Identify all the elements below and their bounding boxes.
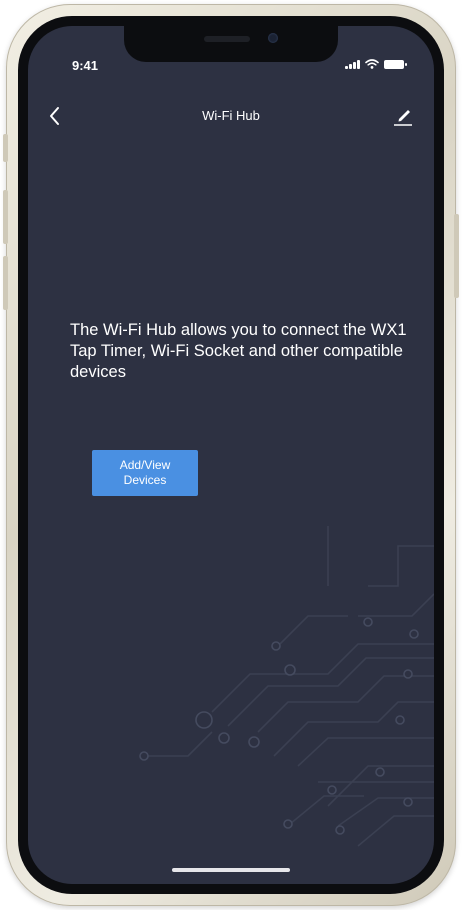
navigation-bar: Wi-Fi Hub — [28, 102, 434, 138]
speaker-grille — [204, 36, 250, 42]
add-view-devices-button[interactable]: Add/View Devices — [92, 450, 198, 496]
signal-icon — [345, 59, 360, 69]
wifi-icon — [365, 59, 379, 69]
volume-down-button — [3, 256, 8, 310]
power-button — [454, 214, 459, 298]
page-title: Wi-Fi Hub — [202, 108, 260, 123]
hub-description-text: The Wi-Fi Hub allows you to connect the … — [70, 321, 407, 381]
status-bar-time: 9:41 — [72, 58, 99, 73]
circuit-background-graphic — [139, 526, 434, 847]
app-screen: 9:41 Wi-Fi Hub The Wi-Fi Hub allows you … — [28, 26, 434, 884]
pencil-icon — [394, 110, 412, 126]
battery-icon — [384, 60, 407, 69]
edit-button[interactable] — [388, 102, 418, 132]
phone-frame: 9:41 Wi-Fi Hub The Wi-Fi Hub allows you … — [3, 4, 459, 906]
notch — [124, 26, 338, 62]
volume-up-button — [3, 190, 8, 244]
home-indicator[interactable] — [172, 868, 290, 872]
ringer-switch — [3, 134, 8, 162]
phone-bezel: 9:41 Wi-Fi Hub The Wi-Fi Hub allows you … — [18, 16, 444, 894]
status-bar-icons — [345, 59, 407, 69]
front-camera — [268, 33, 278, 43]
